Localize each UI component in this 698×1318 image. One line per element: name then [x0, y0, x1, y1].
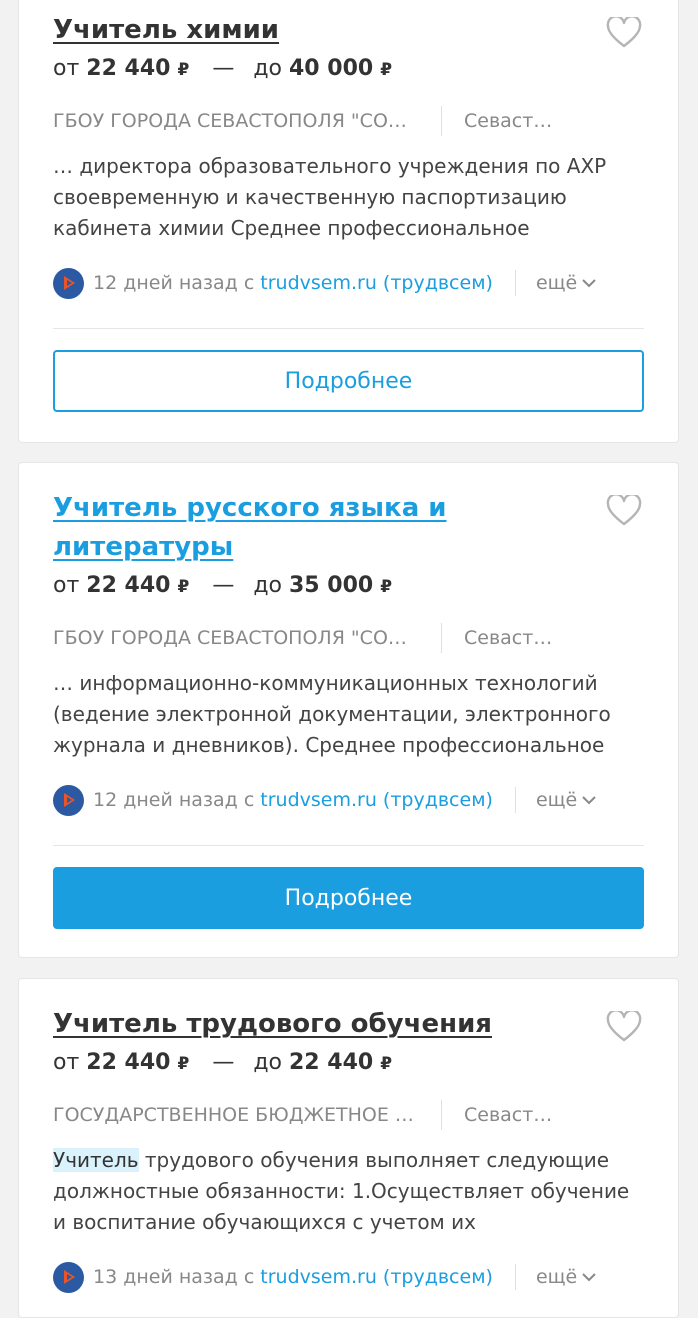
salary-range: от 22 440 ₽ — до 22 440 ₽	[53, 1048, 644, 1079]
source-link[interactable]: trudvsem.ru (трудвсем)	[260, 272, 493, 294]
source-separator	[514, 787, 516, 813]
salary-dash: —	[212, 56, 235, 81]
salary-to-label: до	[253, 1050, 282, 1075]
currency-sign: ₽	[177, 60, 190, 80]
trudvsem-logo-icon	[53, 1261, 84, 1293]
vacancy-title-link[interactable]: Учитель трудового обучения	[53, 1005, 492, 1044]
vacancy-card-content: Учитель русского языка и литературы от 2…	[53, 489, 644, 929]
card-divider	[53, 845, 644, 846]
search-highlight: Учитель	[53, 1148, 139, 1172]
details-button[interactable]: Подробнее	[53, 350, 644, 412]
trudvsem-logo-icon	[53, 267, 84, 299]
currency-sign: ₽	[177, 1054, 190, 1074]
currency-sign: ₽	[380, 1054, 393, 1074]
favorite-heart-icon[interactable]	[604, 1009, 644, 1045]
salary-to-label: до	[253, 56, 282, 81]
salary-from-label: от	[53, 56, 80, 81]
vacancy-description: Учитель трудового обучения выполняет сле…	[53, 1145, 644, 1238]
salary-range: от 22 440 ₽ — до 35 000 ₽	[53, 571, 644, 602]
salary-to-value: 35 000	[289, 573, 374, 598]
source-separator	[514, 1264, 516, 1290]
vacancy-description: … информационно-коммуникационных техноло…	[53, 671, 611, 757]
currency-sign: ₽	[380, 60, 393, 80]
city-name: Севаст…	[464, 1104, 553, 1126]
more-dropdown[interactable]: ещё	[536, 1266, 597, 1288]
salary-to-value: 40 000	[289, 56, 374, 81]
vacancy-card-content: Учитель трудового обучения от 22 440 ₽ —…	[53, 1005, 644, 1294]
trudvsem-logo-icon	[53, 784, 84, 816]
company-name[interactable]: ГОСУДАРСТВЕННОЕ БЮДЖЕТНОЕ …	[53, 1104, 441, 1126]
city-name: Севаст…	[464, 627, 553, 649]
vacancy-title-link[interactable]: Учитель химии	[53, 11, 493, 50]
salary-from-label: от	[53, 573, 80, 598]
favorite-heart-icon[interactable]	[604, 15, 644, 51]
employer-location: ГОСУДАРСТВЕННОЕ БЮДЖЕТНОЕ … Севаст…	[53, 1099, 644, 1131]
salary-range: от 22 440 ₽ — до 40 000 ₽	[53, 54, 644, 85]
posted-time: 12 дней назад с	[93, 789, 255, 811]
description-text: трудового обучения выполняет следующие д…	[53, 1148, 630, 1234]
salary-from-label: от	[53, 1050, 80, 1075]
vacancy-source: 12 дней назад с trudvsem.ru (трудвсем) е…	[53, 783, 644, 817]
vacancy-description: … директора образовательного учреждения …	[53, 154, 607, 240]
source-separator	[514, 270, 516, 296]
company-name[interactable]: ГБОУ ГОРОДА СЕВАСТОПОЛЯ "СО…	[53, 627, 441, 649]
card-divider	[53, 328, 644, 329]
salary-to-value: 22 440	[289, 1050, 374, 1075]
salary-from-value: 22 440	[86, 56, 171, 81]
meta-separator	[441, 1100, 442, 1130]
city-name: Севаст…	[464, 110, 553, 132]
more-dropdown[interactable]: ещё	[536, 789, 597, 811]
employer-location: ГБОУ ГОРОДА СЕВАСТОПОЛЯ "СО… Севаст…	[53, 622, 644, 654]
vacancy-card: Учитель русского языка и литературы от 2…	[18, 462, 679, 958]
more-dropdown[interactable]: ещё	[536, 272, 597, 294]
posted-time: 12 дней назад с	[93, 272, 255, 294]
source-link[interactable]: trudvsem.ru (трудвсем)	[260, 789, 493, 811]
currency-sign: ₽	[380, 577, 393, 597]
favorite-heart-icon[interactable]	[604, 493, 644, 529]
currency-sign: ₽	[177, 577, 190, 597]
more-label: ещё	[535, 789, 578, 811]
more-label: ещё	[535, 272, 578, 294]
vacancy-source: 13 дней назад с trudvsem.ru (трудвсем) е…	[53, 1260, 644, 1294]
salary-from-value: 22 440	[86, 573, 171, 598]
more-label: ещё	[535, 1266, 578, 1288]
vacancy-title-link[interactable]: Учитель русского языка и литературы	[53, 489, 493, 567]
meta-separator	[441, 106, 442, 136]
chevron-down-icon	[582, 279, 596, 288]
posted-time: 13 дней назад с	[93, 1266, 255, 1288]
salary-to-label: до	[253, 573, 282, 598]
details-button[interactable]: Подробнее	[53, 867, 644, 929]
vacancy-card: Учитель трудового обучения от 22 440 ₽ —…	[18, 978, 679, 1318]
vacancy-card: Учитель химии от 22 440 ₽ — до 40 000 ₽ …	[18, 0, 679, 443]
employer-location: ГБОУ ГОРОДА СЕВАСТОПОЛЯ "СО… Севаст…	[53, 105, 644, 137]
meta-separator	[441, 623, 442, 653]
salary-from-value: 22 440	[86, 1050, 171, 1075]
chevron-down-icon	[582, 1273, 596, 1282]
salary-dash: —	[212, 1050, 235, 1075]
source-link[interactable]: trudvsem.ru (трудвсем)	[260, 1266, 493, 1288]
vacancy-feed: Учитель химии от 22 440 ₽ — до 40 000 ₽ …	[0, 0, 698, 1318]
vacancy-card-content: Учитель химии от 22 440 ₽ — до 40 000 ₽ …	[53, 11, 644, 412]
company-name[interactable]: ГБОУ ГОРОДА СЕВАСТОПОЛЯ "СО…	[53, 110, 441, 132]
salary-dash: —	[212, 573, 235, 598]
chevron-down-icon	[582, 796, 596, 805]
vacancy-source: 12 дней назад с trudvsem.ru (трудвсем) е…	[53, 266, 644, 300]
